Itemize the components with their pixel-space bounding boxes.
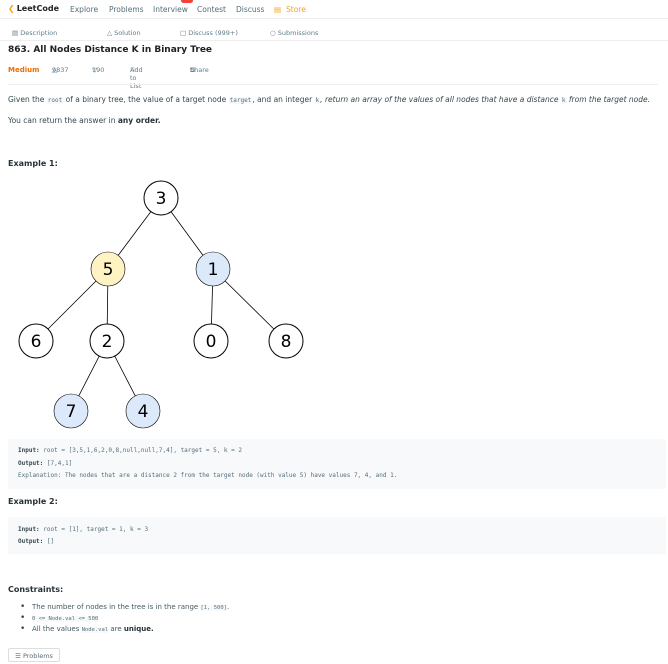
- example-2-output: Output: []: [18, 538, 54, 545]
- top-navigation: ❮ LeetCode Explore Problems Interview Con…: [0, 0, 668, 19]
- tree-node-1-result: 1: [195, 251, 231, 287]
- output-value: []: [43, 538, 55, 545]
- tree-node-8: 8: [268, 323, 304, 359]
- constraints-title: Constraints:: [8, 585, 64, 594]
- tab-description[interactable]: ▤ Description: [12, 29, 57, 37]
- code-target: target: [228, 97, 253, 104]
- constraint-item: All the values Node.val are unique.: [20, 625, 229, 636]
- tree-node-2: 2: [89, 323, 125, 359]
- constraint-text: The number of nodes in the tree is in th…: [32, 603, 201, 611]
- desc-italic: , return an array of the values of all n…: [320, 95, 561, 104]
- nav-discuss[interactable]: Discuss: [236, 5, 264, 14]
- constraints-list: The number of nodes in the tree is in th…: [20, 603, 229, 636]
- output-value: [7,4,1]: [43, 460, 73, 467]
- flask-icon: △: [107, 29, 112, 37]
- constraint-text: .: [226, 603, 230, 611]
- logo-text: LeetCode: [16, 4, 59, 13]
- nav-explore[interactable]: Explore: [70, 5, 98, 14]
- problems-list-button[interactable]: ☰ Problems: [8, 648, 60, 662]
- tab-discuss[interactable]: □ Discuss (999+): [180, 29, 238, 37]
- tab-discuss-label: Discuss (999+): [188, 29, 238, 37]
- example-2-title: Example 2:: [8, 497, 58, 506]
- desc-text: of a binary tree, the value of a target …: [63, 95, 229, 104]
- tree-node-label: 0: [206, 332, 217, 352]
- description-icon: ▤: [12, 29, 19, 37]
- leetcode-logo[interactable]: ❮ LeetCode: [8, 4, 59, 13]
- desc-text: You can return the answer in: [8, 116, 118, 125]
- tree-node-5-target: 5: [90, 251, 126, 287]
- desc-bold: any order.: [117, 116, 161, 125]
- dislike-count: 190: [92, 66, 105, 74]
- example-1-code: Input: root = [3,5,1,6,2,0,8,null,null,7…: [8, 439, 666, 489]
- desc-italic: from the target node.: [566, 95, 650, 104]
- nav-contest[interactable]: Contest: [197, 5, 226, 14]
- example-1-tree-diagram: 3 5 1 6 2 0 8 7 4: [18, 180, 304, 429]
- nav-problems[interactable]: Problems: [109, 5, 144, 14]
- example-1-input: Input: root = [3,5,1,6,2,0,8,null,null,7…: [18, 447, 242, 454]
- tree-node-7-result: 7: [53, 393, 89, 429]
- problem-description-note: You can return the answer in any order.: [8, 116, 161, 125]
- nav-store-icon: ▤: [274, 5, 282, 14]
- problem-title: 863. All Nodes Distance K in Binary Tree: [8, 45, 213, 55]
- desc-text: , and an integer: [252, 95, 315, 104]
- constraint-code: Node.val: [81, 627, 109, 633]
- tree-node-0: 0: [193, 323, 229, 359]
- tree-node-label: 2: [102, 332, 113, 352]
- like-count: 9837: [52, 66, 69, 74]
- tab-submissions[interactable]: ○ Submissions: [270, 29, 318, 37]
- constraint-code: 0 <= Node.val <= 500: [32, 616, 99, 622]
- desc-text: Given the: [8, 95, 47, 104]
- new-badge: [181, 0, 193, 3]
- example-1-title: Example 1:: [8, 159, 58, 168]
- tree-node-label: 7: [66, 402, 77, 422]
- input-label: Input:: [18, 526, 40, 533]
- tree-node-6: 6: [18, 323, 54, 359]
- example-2-input: Input: root = [1], target = 1, k = 3: [18, 526, 148, 533]
- example-2-code: Input: root = [1], target = 1, k = 3 Out…: [8, 517, 666, 554]
- problem-description: Given the root of a binary tree, the val…: [8, 95, 663, 104]
- output-label: Output:: [18, 460, 44, 467]
- problems-list-label: Problems: [22, 652, 53, 660]
- example-1-explanation: Explanation: The nodes that are a distan…: [18, 472, 398, 479]
- tab-description-label: Description: [20, 29, 58, 37]
- code-root: root: [46, 97, 64, 104]
- tree-edges: [35, 197, 287, 412]
- tree-node-label: 4: [138, 402, 149, 422]
- constraint-item: The number of nodes in the tree is in th…: [20, 603, 229, 614]
- tree-node-label: 3: [156, 189, 167, 209]
- output-label: Output:: [18, 538, 44, 545]
- share-label: Share: [190, 66, 209, 74]
- example-1-output: Output: [7,4,1]: [18, 460, 72, 467]
- tab-solution-label: Solution: [114, 29, 141, 37]
- input-value: root = [3,5,1,6,2,0,8,null,null,7,4], ta…: [39, 447, 242, 454]
- nav-interview[interactable]: Interview: [153, 5, 188, 14]
- tree-node-label: 8: [281, 332, 292, 352]
- leetcode-logo-icon: ❮: [8, 4, 15, 13]
- tab-submissions-label: Submissions: [277, 29, 319, 37]
- constraint-item: 0 <= Node.val <= 500: [20, 614, 229, 625]
- divider: [8, 84, 658, 85]
- tree-node-label: 5: [103, 260, 114, 280]
- constraint-bold: unique.: [123, 625, 154, 633]
- constraint-code: [1, 500]: [200, 605, 227, 611]
- tree-node-4-result: 4: [125, 393, 161, 429]
- tree-node-label: 1: [208, 260, 219, 280]
- comment-icon: □: [180, 29, 187, 37]
- difficulty-badge: Medium: [8, 66, 40, 74]
- tree-node-3: 3: [143, 180, 179, 216]
- nav-store[interactable]: Store: [286, 5, 306, 14]
- add-to-list-label: Add to List: [130, 66, 143, 90]
- problem-meta: Medium △ 9837 ▽ 190 ♡ Add to List ⧉ Shar…: [8, 66, 608, 90]
- problem-tabs: ▤ Description △ Solution □ Discuss (999+…: [0, 25, 668, 41]
- input-label: Input:: [18, 447, 40, 454]
- list-icon: ☰: [15, 652, 21, 660]
- tree-node-label: 6: [31, 332, 42, 352]
- clock-icon: ○: [270, 29, 276, 37]
- constraint-text: are: [108, 625, 124, 633]
- tab-solution[interactable]: △ Solution: [107, 29, 141, 37]
- input-value: root = [1], target = 1, k = 3: [39, 526, 149, 533]
- constraint-text: All the values: [32, 625, 82, 633]
